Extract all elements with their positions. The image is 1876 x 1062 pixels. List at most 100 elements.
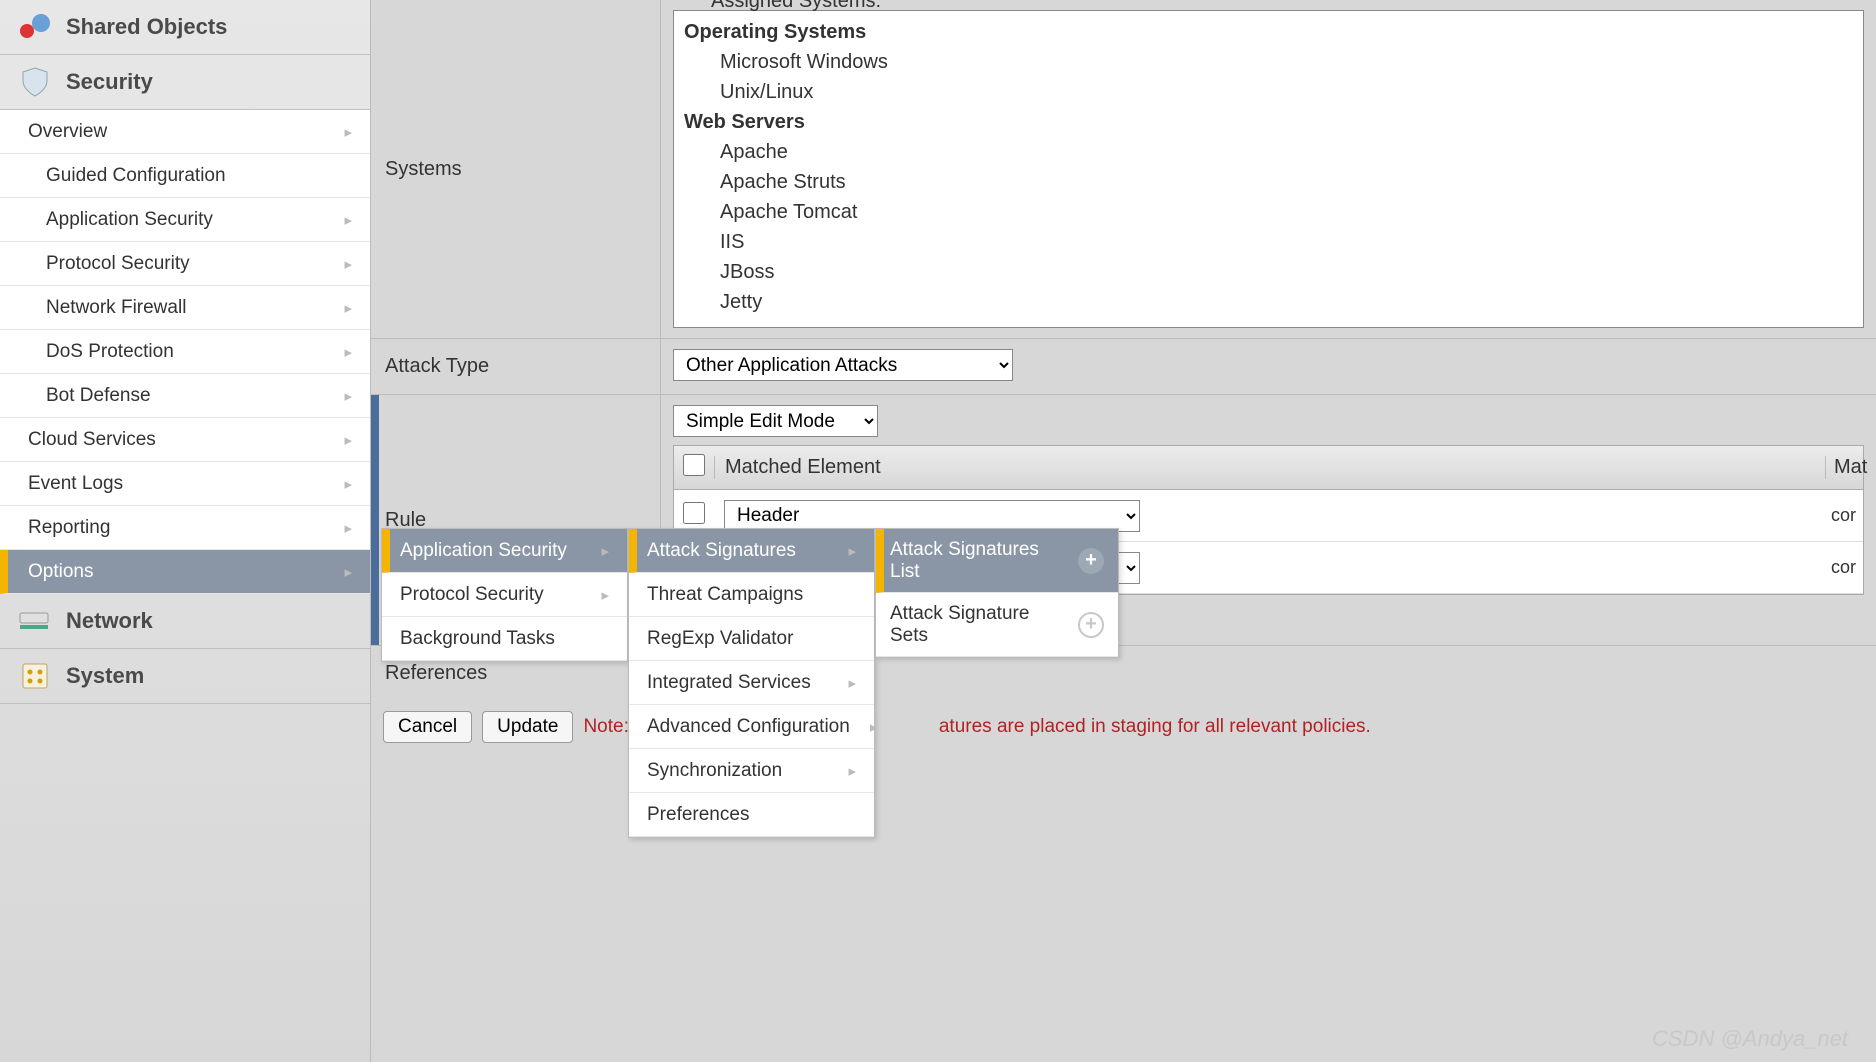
security-nav-list: Overview▸Guided ConfigurationApplication… bbox=[0, 110, 370, 594]
sidebar-item-label: Network Firewall bbox=[46, 297, 186, 319]
shield-icon bbox=[18, 65, 52, 99]
sidebar-item-label: Guided Configuration bbox=[46, 165, 226, 187]
sidebar-item-label: Bot Defense bbox=[46, 385, 151, 407]
sidebar-item-protocol-security[interactable]: Protocol Security▸ bbox=[0, 242, 370, 286]
chevron-right-icon: ▸ bbox=[344, 343, 352, 361]
sidebar-item-network-firewall[interactable]: Network Firewall ▸ bbox=[0, 286, 370, 330]
systems-item: JBoss bbox=[684, 257, 1853, 287]
flyout-item-label: Background Tasks bbox=[400, 628, 555, 650]
sidebar-cat-label: Security bbox=[66, 69, 153, 95]
chevron-right-icon: ▸ bbox=[848, 542, 856, 560]
chevron-right-icon: ▸ bbox=[344, 211, 352, 229]
chevron-right-icon: ▸ bbox=[344, 431, 352, 449]
flyout-item-label: Attack Signatures bbox=[647, 540, 796, 562]
flyout-item-label: Advanced Configuration bbox=[647, 716, 850, 738]
sidebar-item-overview[interactable]: Overview▸ bbox=[0, 110, 370, 154]
systems-item: Unix/Linux bbox=[684, 77, 1853, 107]
sidebar-item-label: Reporting bbox=[28, 517, 110, 539]
flyout-item-attack-signature-sets[interactable]: Attack Signature Sets + bbox=[876, 593, 1118, 657]
sidebar-cat-network[interactable]: Network bbox=[0, 594, 370, 649]
flyout-item-label: Threat Campaigns bbox=[647, 584, 803, 606]
flyout-item-advanced-configuration[interactable]: Advanced Configuration▸ bbox=[629, 705, 874, 749]
sidebar-item-options[interactable]: Options ▸ bbox=[0, 550, 370, 594]
sidebar-item-application-security[interactable]: Application Security▸ bbox=[0, 198, 370, 242]
watermark: CSDN @Andya_net bbox=[1652, 1026, 1848, 1052]
assigned-systems-header: Assigned Systems: bbox=[711, 0, 881, 12]
sidebar-item-label: Cloud Services bbox=[28, 429, 156, 451]
chevron-right-icon: ▸ bbox=[344, 563, 352, 581]
rule-col2: cor bbox=[1825, 505, 1863, 526]
flyout-item-attack-signatures[interactable]: Attack Signatures ▸ bbox=[629, 529, 874, 573]
matched-element-select[interactable]: Header bbox=[724, 500, 1140, 532]
rule-row-checkbox[interactable] bbox=[683, 502, 705, 524]
chevron-right-icon: ▸ bbox=[344, 387, 352, 405]
attack-type-select[interactable]: Other Application Attacks bbox=[673, 349, 1013, 381]
sidebar-item-label: Options bbox=[28, 561, 93, 583]
chevron-right-icon: ▸ bbox=[344, 519, 352, 537]
label-attack-type: Attack Type bbox=[371, 339, 661, 394]
flyout-item-label: RegExp Validator bbox=[647, 628, 793, 650]
chevron-right-icon: ▸ bbox=[601, 586, 609, 604]
sidebar-cat-label: System bbox=[66, 663, 144, 689]
sidebar-item-dos-protection[interactable]: DoS Protection ▸ bbox=[0, 330, 370, 374]
flyout-item-application-security[interactable]: Application Security ▸ bbox=[382, 529, 627, 573]
flyout-item-attack-signatures-list[interactable]: Attack Signatures List + bbox=[876, 529, 1118, 593]
flyout-item-label: Application Security bbox=[400, 540, 567, 562]
add-icon[interactable]: + bbox=[1078, 612, 1104, 638]
chevron-right-icon: ▸ bbox=[601, 542, 609, 560]
systems-group-header: Web Servers bbox=[684, 107, 1853, 137]
sidebar-cat-system[interactable]: System bbox=[0, 649, 370, 704]
systems-item: IIS bbox=[684, 227, 1853, 257]
flyout-item-synchronization[interactable]: Synchronization ▸ bbox=[629, 749, 874, 793]
chevron-right-icon: ▸ bbox=[870, 718, 878, 736]
flyout-item-label: Attack Signature Sets bbox=[890, 603, 1060, 647]
sidebar-item-label: DoS Protection bbox=[46, 341, 174, 363]
flyout-item-label: Synchronization bbox=[647, 760, 782, 782]
col-matched-element: Matched Element bbox=[714, 456, 1825, 479]
flyout-item-label: Protocol Security bbox=[400, 584, 544, 606]
sidebar-item-event-logs[interactable]: Event Logs ▸ bbox=[0, 462, 370, 506]
systems-item: Microsoft Windows bbox=[684, 47, 1853, 77]
flyout-item-label: Integrated Services bbox=[647, 672, 811, 694]
sidebar-cat-shared-objects[interactable]: Shared Objects bbox=[0, 0, 370, 55]
label-systems: Systems bbox=[371, 0, 661, 338]
flyout-item-label: Attack Signatures List bbox=[890, 539, 1060, 583]
chevron-right-icon: ▸ bbox=[344, 255, 352, 273]
systems-box: Operating SystemsMicrosoft WindowsUnix/L… bbox=[673, 10, 1864, 328]
flyout-options: Application Security ▸ Protocol Security ▸ B… bbox=[381, 528, 628, 662]
flyout-item-background-tasks[interactable]: Background Tasks bbox=[382, 617, 627, 661]
sidebar-cat-security[interactable]: Security bbox=[0, 55, 370, 110]
rule-check-all[interactable] bbox=[683, 454, 705, 476]
add-icon[interactable]: + bbox=[1078, 548, 1104, 574]
systems-item: Apache Tomcat bbox=[684, 197, 1853, 227]
systems-item: Apache Struts bbox=[684, 167, 1853, 197]
cancel-button[interactable]: Cancel bbox=[383, 711, 472, 743]
sidebar-item-bot-defense[interactable]: Bot Defense ▸ bbox=[0, 374, 370, 418]
flyout-item-regexp-validator[interactable]: RegExp Validator bbox=[629, 617, 874, 661]
chevron-right-icon: ▸ bbox=[848, 674, 856, 692]
sidebar-item-guided-configuration[interactable]: Guided Configuration bbox=[0, 154, 370, 198]
update-button[interactable]: Update bbox=[482, 711, 573, 743]
shared-objects-icon bbox=[18, 10, 52, 44]
sidebar-item-cloud-services[interactable]: Cloud Services ▸ bbox=[0, 418, 370, 462]
rule-col2: cor bbox=[1825, 557, 1863, 578]
systems-item: Apache bbox=[684, 137, 1853, 167]
sidebar-item-label: Event Logs bbox=[28, 473, 123, 495]
rule-mode-select[interactable]: Simple Edit Mode bbox=[673, 405, 878, 437]
chevron-right-icon: ▸ bbox=[848, 762, 856, 780]
systems-group-header: Operating Systems bbox=[684, 17, 1853, 47]
sidebar-cat-label: Network bbox=[66, 608, 153, 634]
note-text: atures are placed in staging for all rel… bbox=[939, 716, 1371, 738]
chevron-right-icon: ▸ bbox=[344, 475, 352, 493]
sidebar-item-label: Overview bbox=[28, 121, 107, 143]
flyout-item-integrated-services[interactable]: Integrated Services ▸ bbox=[629, 661, 874, 705]
col-mat: Mat bbox=[1825, 456, 1863, 479]
flyout-item-threat-campaigns[interactable]: Threat Campaigns bbox=[629, 573, 874, 617]
flyout-item-preferences[interactable]: Preferences bbox=[629, 793, 874, 837]
chevron-right-icon: ▸ bbox=[344, 299, 352, 317]
flyout-item-label: Preferences bbox=[647, 804, 749, 826]
flyout-item-protocol-security[interactable]: Protocol Security ▸ bbox=[382, 573, 627, 617]
flyout-attack-signatures: Attack Signatures List+Attack Signature … bbox=[875, 528, 1119, 658]
system-icon bbox=[18, 659, 52, 693]
sidebar-item-reporting[interactable]: Reporting ▸ bbox=[0, 506, 370, 550]
